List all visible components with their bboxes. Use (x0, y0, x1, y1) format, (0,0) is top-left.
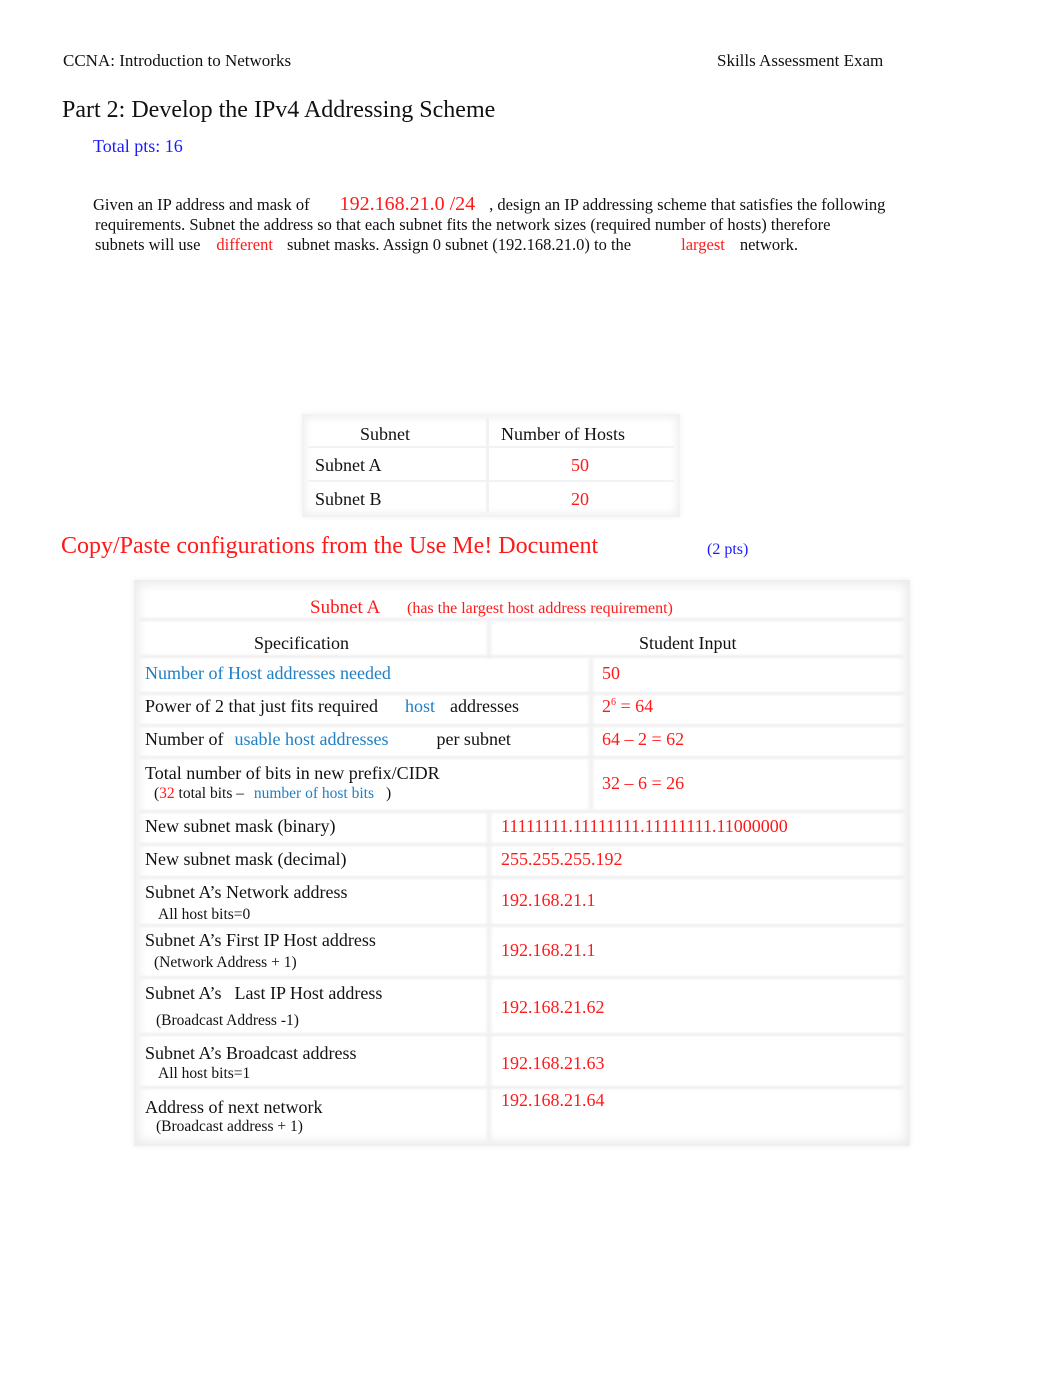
intro-line-3: subnets will use different subnet masks. A… (93, 235, 885, 255)
row-divider (140, 655, 904, 658)
row-divider (140, 843, 904, 846)
spec-broadcast-address-note: All host bits=1 (158, 1065, 251, 1082)
input-network-address: 192.168.21.1 (501, 890, 596, 910)
intro-paragraph: Given an IP address and mask of 192.168.2… (93, 194, 885, 255)
input-first-host: 192.168.21.1 (501, 940, 596, 960)
note-text: ) (386, 785, 392, 802)
subnet-b-label: Subnet B (315, 489, 382, 509)
row-divider (140, 876, 904, 879)
header-hosts: Number of Hosts (501, 424, 625, 444)
course-title: CCNA: Introduction to Networks (63, 51, 292, 70)
column-divider (487, 620, 491, 658)
intro-text: Given an IP address and mask of (93, 195, 310, 214)
intro-line-2: requirements. Subnet the address so that… (95, 215, 831, 234)
subnet-a-table: Subnet A (has the largest host address r… (134, 580, 910, 1146)
row-divider (140, 724, 904, 727)
input-next-network: 192.168.21.64 (501, 1090, 605, 1110)
row-divider (140, 976, 904, 979)
spec-text: addresses (449, 696, 519, 716)
row-divider (140, 1033, 904, 1036)
note-total-bits: 32 (159, 785, 175, 802)
intro-text: subnets will use (95, 235, 201, 254)
row-divider (140, 756, 904, 759)
note-text: total bits – (178, 785, 244, 802)
input-usable-hosts: 64 – 2 = 62 (602, 729, 685, 749)
spec-network-address-note: All host bits=0 (158, 906, 251, 923)
spec-text: Subnet A’s (145, 983, 222, 1003)
total-points: Total pts: 16 (93, 136, 183, 156)
section-title: Copy/Paste configurations from the Use M… (61, 533, 599, 559)
spec-text: Power of 2 that just fits required (145, 696, 378, 716)
spec-usable-hosts: Number of usable host addresses per subnet (145, 729, 511, 750)
spec-prefix-bits-note: (32 total bits – number of host bits) (154, 785, 391, 803)
row-divider (140, 618, 904, 621)
row-divider (308, 446, 674, 448)
requirements-table: Subnet Number of Hosts Subnet A 50 Subne… (302, 414, 680, 517)
table-title-note: (has the largest host address requiremen… (407, 600, 673, 617)
header-subnet: Subnet (360, 424, 411, 444)
row-divider (140, 924, 904, 927)
input-result: = 64 (616, 696, 654, 716)
spec-text: per subnet (436, 729, 511, 749)
network-choice-value: largest (681, 235, 725, 254)
input-last-host: 192.168.21.62 (501, 997, 605, 1017)
spec-text: Last IP Host address (234, 983, 383, 1003)
input-mask-decimal: 255.255.255.192 (501, 849, 623, 869)
section-points: (2 pts) (707, 541, 749, 558)
intro-text: subnet masks. Assign 0 subnet (192.168.2… (286, 235, 632, 254)
intro-text: network. (739, 235, 799, 254)
input-host-addresses-needed: 50 (602, 663, 620, 683)
spec-highlight: host (404, 696, 435, 716)
spec-next-network-note: (Broadcast address + 1) (156, 1118, 303, 1135)
spec-first-host: Subnet A’s First IP Host address (145, 930, 376, 950)
spec-mask-decimal: New subnet mask (decimal) (145, 849, 347, 869)
row-divider (140, 1086, 904, 1089)
table-title: Subnet A (310, 597, 381, 618)
spec-broadcast-address: Subnet A’s Broadcast address (145, 1043, 357, 1063)
spec-power-of-2: Power of 2 that just fits required host ad… (145, 696, 519, 717)
page-title: Part 2: Develop the IPv4 Addressing Sche… (62, 97, 496, 123)
intro-text: , design an IP addressing scheme that sa… (489, 195, 886, 214)
subnet-a-hosts: 50 (571, 455, 589, 475)
spec-network-address: Subnet A’s Network address (145, 882, 348, 902)
spec-first-host-note: (Network Address + 1) (154, 954, 297, 971)
exam-title: Skills Assessment Exam (717, 51, 884, 70)
mask-type-value: different (216, 235, 273, 254)
spec-last-host: Subnet A’s Last IP Host address (145, 983, 382, 1004)
subnet-b-hosts: 20 (571, 489, 589, 509)
column-divider (589, 658, 593, 810)
spec-mask-binary: New subnet mask (binary) (145, 816, 336, 836)
intro-line-1: Given an IP address and mask of 192.168.2… (93, 194, 885, 215)
column-divider (487, 812, 491, 1142)
row-divider (140, 810, 904, 813)
input-prefix-bits: 32 – 6 = 26 (602, 773, 685, 793)
spec-text: Number of (145, 729, 224, 749)
spec-last-host-note: (Broadcast Address -1) (156, 1012, 299, 1029)
header-specification: Specification (254, 633, 349, 653)
header-student-input: Student Input (639, 633, 737, 653)
input-power-of-2: 26 = 64 (602, 696, 653, 717)
spec-next-network: Address of next network (145, 1097, 323, 1117)
note-highlight: number of host bits (253, 785, 374, 802)
row-divider (308, 480, 674, 482)
input-base: 2 (602, 696, 611, 716)
input-mask-binary: 11111111.11111111.11111111.11000000 (501, 816, 788, 836)
spec-highlight: usable host addresses (234, 729, 389, 749)
row-divider (140, 692, 904, 695)
spec-prefix-bits: Total number of bits in new prefix/CIDR (145, 763, 440, 783)
subnet-a-label: Subnet A (315, 455, 382, 475)
spec-host-addresses-needed: Number of Host addresses needed (145, 663, 391, 683)
ip-mask-value: 192.168.21.0 /24 (339, 193, 476, 215)
input-broadcast-address: 192.168.21.63 (501, 1053, 605, 1073)
column-divider (486, 418, 489, 513)
